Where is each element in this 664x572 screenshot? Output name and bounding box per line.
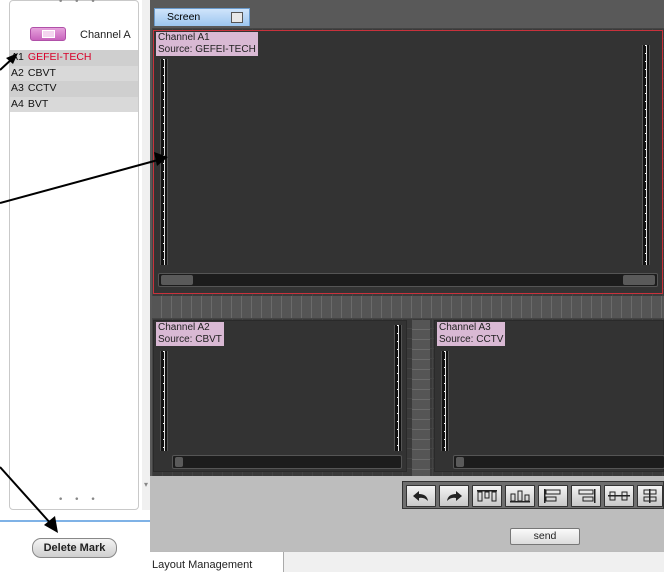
video-window-a1[interactable]: Channel A1 Source: GEFEI-TECH <box>153 30 663 294</box>
vertical-ruler-left <box>160 59 168 265</box>
horizontal-scrollbar[interactable] <box>453 455 664 469</box>
window-source: Source: GEFEI-TECH <box>158 44 256 55</box>
channel-id: A3 <box>11 82 24 94</box>
align-bottom-icon[interactable] <box>505 485 535 507</box>
bottom-tab-bar: Layout Management <box>150 551 664 572</box>
restore-window-icon[interactable] <box>231 12 243 23</box>
window-caption: Channel A2 Source: CBVT <box>156 322 224 346</box>
app-window: • • • Channel A A1 GEFEI-TECH A2 CBVT A3… <box>0 0 664 572</box>
channel-id: A1 <box>11 51 24 63</box>
channel-group-icon <box>30 27 66 41</box>
list-item[interactable]: A4 BVT <box>10 97 138 113</box>
layout-gap <box>152 296 664 318</box>
list-item[interactable]: A3 CCTV <box>10 81 138 97</box>
horizontal-scrollbar[interactable] <box>172 455 402 469</box>
tab-layout-management[interactable]: Layout Management <box>150 552 284 572</box>
channel-name: GEFEI-TECH <box>27 51 92 63</box>
channel-group-header[interactable]: Channel A <box>30 26 140 44</box>
align-top-icon[interactable] <box>472 485 502 507</box>
tab-screen[interactable]: Screen <box>154 8 250 26</box>
list-item[interactable]: A2 CBVT <box>10 66 138 82</box>
redo-icon[interactable] <box>439 485 469 507</box>
window-source: Source: CBVT <box>158 334 222 345</box>
top-grip-handle[interactable]: • • • <box>58 0 100 7</box>
distribute-vertical-icon[interactable] <box>637 485 663 507</box>
vertical-ruler-left <box>160 351 168 451</box>
horizontal-scrollbar[interactable] <box>158 273 658 287</box>
left-scrollbar[interactable]: ▾ <box>142 0 150 510</box>
align-left-icon[interactable] <box>538 485 568 507</box>
scroll-down-arrow-icon[interactable]: ▾ <box>144 480 148 489</box>
window-caption: Channel A1 Source: GEFEI-TECH <box>156 32 258 56</box>
vertical-ruler-right <box>394 325 402 451</box>
distribute-horizontal-icon[interactable] <box>604 485 634 507</box>
video-window-a2[interactable]: Channel A2 Source: CBVT <box>153 320 407 472</box>
vertical-ruler-right <box>642 45 650 265</box>
channel-name: CCTV <box>27 82 57 94</box>
channel-list-frame: • • • Channel A A1 GEFEI-TECH A2 CBVT A3… <box>9 0 139 510</box>
window-title: Channel A1 <box>158 32 210 43</box>
send-button[interactable]: send <box>510 528 580 545</box>
channel-name: CBVT <box>27 66 56 79</box>
window-gap <box>412 320 430 476</box>
delete-mark-button[interactable]: Delete Mark <box>32 538 117 558</box>
channel-list: A1 GEFEI-TECH A2 CBVT A3 CCTV A4 BVT <box>10 50 138 112</box>
layout-toolbar <box>402 481 664 509</box>
window-source: Source: CCTV <box>439 334 504 345</box>
tab-screen-label: Screen <box>167 11 201 23</box>
list-item[interactable]: A1 GEFEI-TECH <box>10 50 138 66</box>
channel-id: A4 <box>11 97 24 110</box>
channel-name: BVT <box>27 97 49 110</box>
undo-icon[interactable] <box>406 485 436 507</box>
window-caption: Channel A3 Source: CCTV <box>437 322 506 346</box>
vertical-ruler-left <box>441 351 449 451</box>
bottom-grip-handle[interactable]: • • • <box>58 495 100 505</box>
tab-strip: Screen <box>150 0 664 28</box>
channel-panel: • • • Channel A A1 GEFEI-TECH A2 CBVT A3… <box>0 0 150 572</box>
screen-workspace: Screen Channel A1 Source: GEFEI-TECH Cha… <box>150 0 664 572</box>
video-window-a3[interactable]: Channel A3 Source: CCTV <box>434 320 664 472</box>
window-title: Channel A3 <box>439 322 491 333</box>
channel-group-label: Channel A <box>80 29 131 41</box>
window-title: Channel A2 <box>158 322 210 333</box>
align-right-icon[interactable] <box>571 485 601 507</box>
channel-id: A2 <box>11 66 24 79</box>
panel-divider <box>0 520 150 522</box>
